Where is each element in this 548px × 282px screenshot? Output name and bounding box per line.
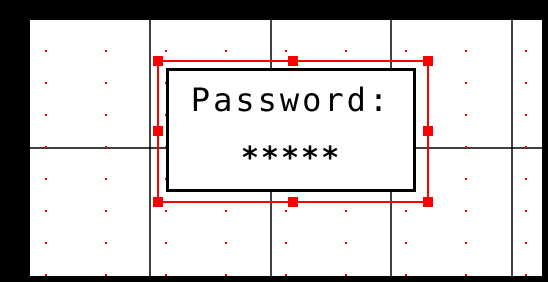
grid-dot: [105, 50, 107, 52]
grid-dot: [105, 274, 107, 276]
grid-dot: [405, 274, 407, 276]
grid-dot: [405, 50, 407, 52]
grid-dot: [465, 114, 467, 116]
grid-dot: [105, 210, 107, 212]
grid-dot: [465, 242, 467, 244]
grid-dot: [45, 82, 47, 84]
grid-dot: [285, 242, 287, 244]
grid-dot: [165, 50, 167, 52]
password-label: Password:: [190, 81, 392, 119]
grid-dot: [465, 146, 467, 148]
grid-dot: [105, 242, 107, 244]
grid-dot: [45, 114, 47, 116]
grid-dot: [465, 82, 467, 84]
grid-dot: [525, 50, 527, 52]
grid-dot: [165, 242, 167, 244]
grid-dot: [45, 242, 47, 244]
grid-dot: [105, 178, 107, 180]
password-widget[interactable]: Password: *****: [166, 68, 416, 192]
grid-dot: [45, 210, 47, 212]
grid-dot: [405, 210, 407, 212]
grid-dot: [45, 146, 47, 148]
grid-dot: [285, 210, 287, 212]
grid-dot: [345, 242, 347, 244]
grid-dot: [525, 82, 527, 84]
grid-dot: [225, 274, 227, 276]
grid-dot: [165, 274, 167, 276]
grid-dot: [405, 242, 407, 244]
grid-dot: [525, 210, 527, 212]
grid-dot: [465, 50, 467, 52]
grid-dot: [105, 146, 107, 148]
grid-dot: [285, 274, 287, 276]
grid-dot: [345, 210, 347, 212]
grid-dot: [45, 274, 47, 276]
editor-stage: Password: *****: [0, 0, 548, 282]
grid-dot: [225, 210, 227, 212]
grid-dot: [345, 50, 347, 52]
grid-dot: [525, 146, 527, 148]
grid-dot: [465, 274, 467, 276]
grid-dot: [225, 242, 227, 244]
grid-dot: [165, 210, 167, 212]
grid-dot: [285, 50, 287, 52]
grid-dot: [525, 114, 527, 116]
grid-dot: [45, 178, 47, 180]
grid-dot: [525, 242, 527, 244]
grid-dot: [45, 50, 47, 52]
grid-dot: [105, 114, 107, 116]
grid-dot: [525, 178, 527, 180]
grid-dot: [465, 178, 467, 180]
grid-dot: [345, 274, 347, 276]
grid-dot: [465, 210, 467, 212]
design-canvas[interactable]: Password: *****: [30, 20, 542, 276]
grid-dot: [525, 274, 527, 276]
grid-dot: [225, 50, 227, 52]
password-mask-value: *****: [240, 141, 342, 176]
grid-dot: [105, 82, 107, 84]
